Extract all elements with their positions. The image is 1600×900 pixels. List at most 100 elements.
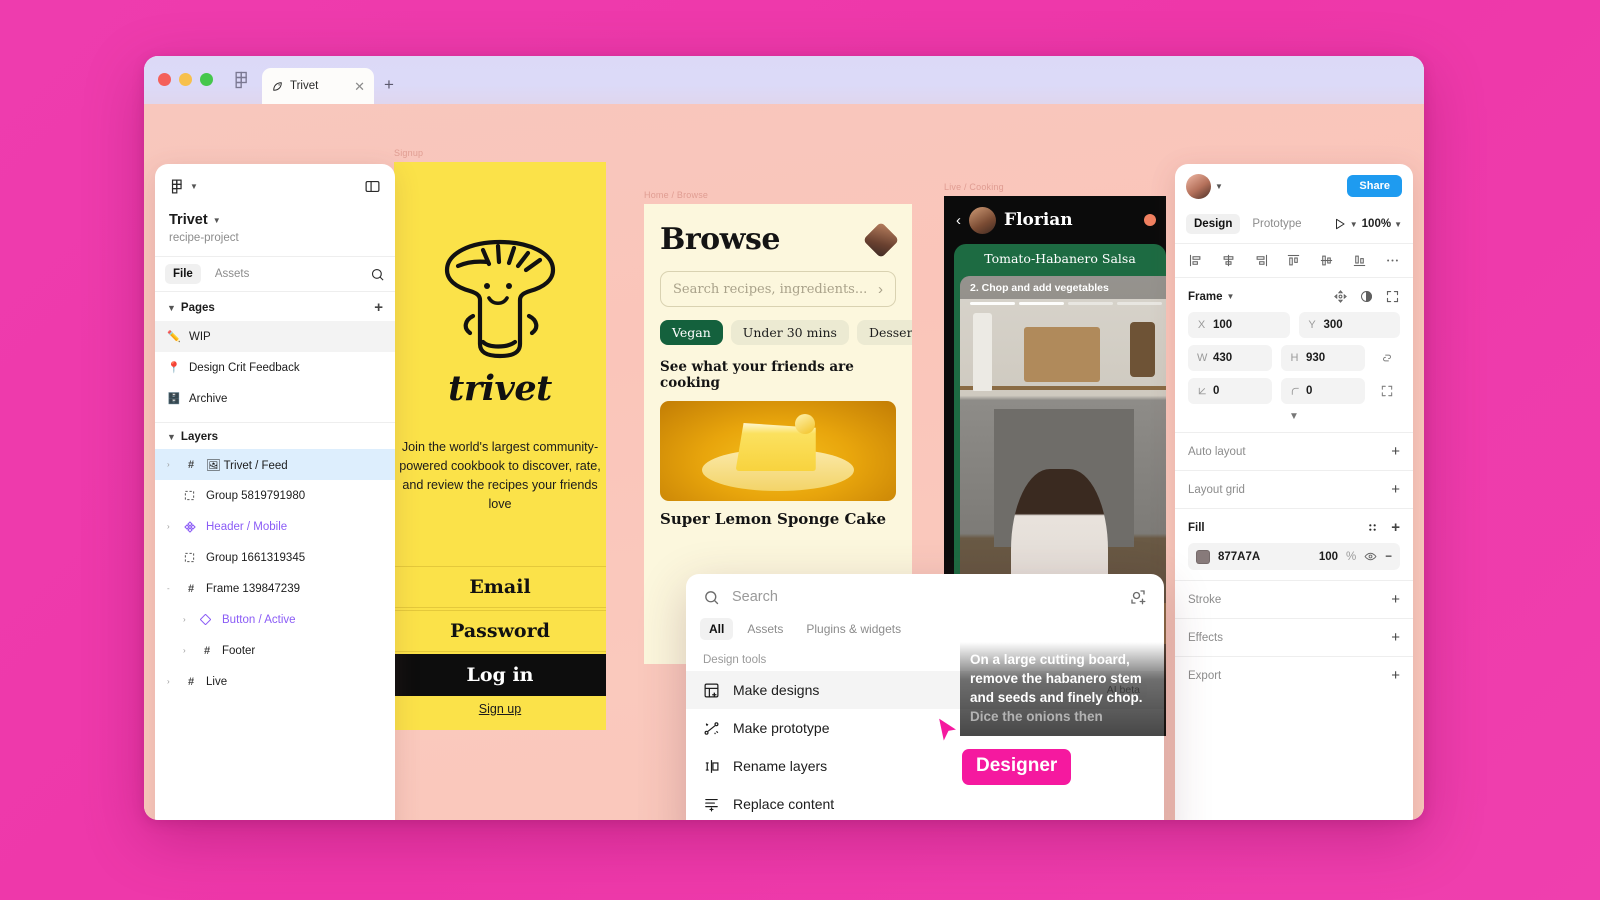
artboard-live-video[interactable]: ‹ Florian Tomato-Habanero Salsa 2. Chop … bbox=[944, 196, 1166, 736]
palette-tab-assets[interactable]: Assets bbox=[738, 618, 792, 640]
add-page-button[interactable]: + bbox=[374, 300, 383, 315]
more-options-icon[interactable] bbox=[1385, 253, 1400, 268]
figma-home-icon[interactable] bbox=[232, 70, 252, 90]
tab-design[interactable]: Design bbox=[1186, 214, 1241, 234]
fill-hex-value[interactable]: 877A7A bbox=[1218, 551, 1311, 563]
panel-toggle-icon[interactable] bbox=[364, 178, 381, 195]
artboard-signup[interactable]: trivet Join the world's largest communit… bbox=[394, 162, 606, 730]
tab-assets[interactable]: Assets bbox=[207, 264, 258, 284]
close-window-button[interactable] bbox=[158, 73, 171, 86]
fill-row[interactable]: 877A7A 100 % − bbox=[1188, 543, 1400, 570]
rotation-radius-fields[interactable]: 0 0 bbox=[1175, 378, 1413, 404]
layer-row-button-active[interactable]: › Button / Active bbox=[155, 604, 395, 635]
page-item-wip[interactable]: ✏️ WIP bbox=[155, 321, 395, 352]
page-item-design-crit-feedback[interactable]: 📍 Design Crit Feedback bbox=[155, 352, 395, 383]
layer-row-live[interactable]: › # Live bbox=[155, 666, 395, 697]
layer-row-frame-139847239[interactable]: - # Frame 139847239 bbox=[155, 573, 395, 604]
collapse-icon[interactable]: - bbox=[167, 584, 176, 593]
window-controls[interactable] bbox=[158, 73, 213, 86]
remove-fill-button[interactable]: − bbox=[1385, 551, 1392, 563]
layer-row-header-mobile[interactable]: › Header / Mobile bbox=[155, 511, 395, 542]
filter-chip-vegan[interactable]: Vegan bbox=[660, 320, 723, 345]
expand-properties-button[interactable]: ▼ bbox=[1175, 404, 1413, 432]
add-export-button[interactable]: + bbox=[1391, 668, 1400, 683]
align-vertical-center-icon[interactable] bbox=[1319, 253, 1334, 268]
palette-search-row[interactable]: Search bbox=[686, 574, 1164, 618]
design-prototype-tabs[interactable]: Design Prototype ▼ 100% ▼ bbox=[1175, 208, 1413, 243]
align-horizontal-center-icon[interactable] bbox=[1221, 253, 1236, 268]
corner-radius-field[interactable]: 0 bbox=[1281, 378, 1365, 404]
maximize-window-button[interactable] bbox=[200, 73, 213, 86]
stroke-property[interactable]: Stroke + bbox=[1175, 580, 1413, 618]
chevron-left-icon[interactable]: ‹ bbox=[956, 212, 961, 229]
palette-item-replace-content[interactable]: Replace content bbox=[686, 785, 1164, 820]
rotation-field[interactable]: 0 bbox=[1188, 378, 1272, 404]
minimize-window-button[interactable] bbox=[179, 73, 192, 86]
auto-layout-property[interactable]: Auto layout + bbox=[1175, 432, 1413, 470]
export-property[interactable]: Export + bbox=[1175, 656, 1413, 694]
file-name-button[interactable]: Trivet ▼ bbox=[169, 212, 381, 228]
recipe-card-image[interactable] bbox=[660, 401, 896, 501]
position-fields[interactable]: X 100 Y 300 bbox=[1175, 312, 1413, 338]
present-button[interactable]: ▼ bbox=[1333, 217, 1358, 231]
layer-row-trivet-feed[interactable]: › # 🖼 Trivet / Feed bbox=[155, 449, 395, 480]
add-effect-button[interactable]: + bbox=[1391, 630, 1400, 645]
file-assets-tabs[interactable]: File Assets bbox=[155, 256, 395, 291]
left-sidebar[interactable]: ▼ Trivet ▼ recipe-project File Assets ▼ … bbox=[155, 164, 395, 820]
layer-row-group-1661319345[interactable]: Group 1661319345 bbox=[155, 542, 395, 573]
frame-type-button[interactable]: Frame ▼ bbox=[1188, 291, 1234, 303]
fill-swatch[interactable] bbox=[1196, 549, 1210, 564]
height-field[interactable]: H 930 bbox=[1281, 345, 1365, 371]
chevron-right-icon[interactable]: › bbox=[183, 615, 192, 624]
opacity-icon[interactable] bbox=[1359, 289, 1374, 304]
user-menu-button[interactable]: ▼ bbox=[1186, 173, 1223, 199]
independent-corners-icon[interactable] bbox=[1374, 384, 1400, 398]
add-fill-button[interactable]: + bbox=[1391, 520, 1400, 535]
design-canvas[interactable]: Signup trivet Join the world's largest c… bbox=[144, 104, 1424, 820]
figma-menu-button[interactable]: ▼ bbox=[169, 178, 198, 195]
layer-row-footer[interactable]: › # Footer bbox=[155, 635, 395, 666]
styles-icon[interactable] bbox=[1366, 521, 1379, 534]
size-fields[interactable]: W 430 H 930 bbox=[1175, 345, 1413, 371]
align-right-icon[interactable] bbox=[1254, 253, 1269, 268]
scan-add-icon[interactable] bbox=[1129, 588, 1147, 606]
layout-grid-property[interactable]: Layout grid + bbox=[1175, 470, 1413, 508]
tab-prototype[interactable]: Prototype bbox=[1244, 214, 1309, 234]
filter-chips[interactable]: Vegan Under 30 mins Desserts bbox=[660, 320, 912, 345]
share-button[interactable]: Share bbox=[1347, 175, 1402, 197]
search-icon[interactable] bbox=[370, 267, 385, 282]
alignment-toolbar[interactable] bbox=[1175, 243, 1413, 278]
chevron-right-icon[interactable]: › bbox=[167, 677, 176, 686]
page-item-archive[interactable]: 🗄️ Archive bbox=[155, 383, 395, 414]
fill-opacity-value[interactable]: 100 bbox=[1319, 551, 1338, 563]
filter-chip-desserts[interactable]: Desserts bbox=[856, 320, 912, 345]
file-tab[interactable]: Trivet ✕ bbox=[262, 68, 374, 104]
constraints-icon[interactable] bbox=[1333, 289, 1348, 304]
effects-property[interactable]: Effects + bbox=[1175, 618, 1413, 656]
width-field[interactable]: W 430 bbox=[1188, 345, 1272, 371]
close-icon[interactable]: ✕ bbox=[354, 80, 365, 93]
add-layout-grid-button[interactable]: + bbox=[1391, 482, 1400, 497]
video-player[interactable]: 2. Chop and add vegetables On a large cu… bbox=[960, 276, 1166, 736]
chevron-right-icon[interactable]: › bbox=[167, 460, 176, 469]
proportion-link-icon[interactable] bbox=[1374, 351, 1400, 365]
chevron-right-icon[interactable]: › bbox=[167, 522, 176, 531]
recipe-search-input[interactable]: Search recipes, ingredients... › bbox=[660, 271, 896, 307]
palette-tab-plugins-widgets[interactable]: Plugins & widgets bbox=[797, 618, 910, 640]
align-bottom-icon[interactable] bbox=[1352, 253, 1367, 268]
login-button[interactable]: Log in bbox=[394, 654, 606, 696]
palette-item-rename-layers[interactable]: Rename layers bbox=[686, 747, 1164, 785]
filter-chip-under-30-mins[interactable]: Under 30 mins bbox=[730, 320, 849, 345]
palette-tab-all[interactable]: All bbox=[700, 618, 734, 640]
tab-file[interactable]: File bbox=[165, 264, 201, 284]
x-field[interactable]: X 100 bbox=[1188, 312, 1290, 338]
zoom-level-button[interactable]: 100% ▼ bbox=[1362, 218, 1402, 230]
plus-icon[interactable]: + bbox=[384, 75, 394, 95]
y-field[interactable]: Y 300 bbox=[1298, 312, 1400, 338]
add-auto-layout-button[interactable]: + bbox=[1391, 444, 1400, 459]
signup-link[interactable]: Sign up bbox=[394, 702, 606, 716]
add-stroke-button[interactable]: + bbox=[1391, 592, 1400, 607]
chevron-right-icon[interactable]: › bbox=[183, 646, 192, 655]
pages-section-header[interactable]: ▼ Pages + bbox=[155, 291, 395, 321]
search-input[interactable]: Search bbox=[732, 589, 1117, 605]
